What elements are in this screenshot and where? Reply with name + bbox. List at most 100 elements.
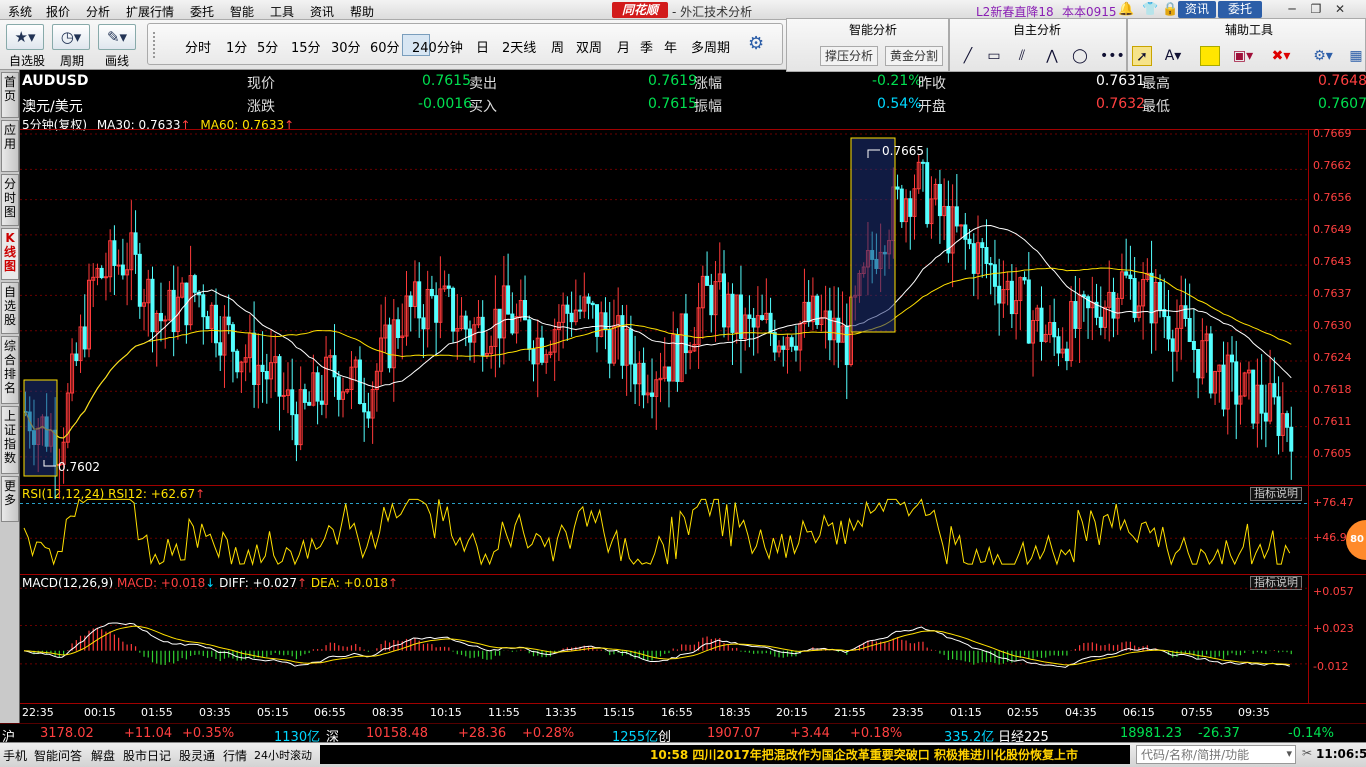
sz-index[interactable]: 10158.48 <box>366 726 428 741</box>
candle-body <box>959 224 964 227</box>
diff-line <box>23 622 1290 668</box>
chart-canvas[interactable] <box>0 0 1366 767</box>
candle-body <box>510 313 515 334</box>
candle-body <box>362 403 367 413</box>
candle-body <box>290 389 295 416</box>
candle-body <box>628 328 633 365</box>
candle-body <box>116 264 121 267</box>
rj-change: -26.37 <box>1198 726 1240 741</box>
candle-body <box>992 264 997 287</box>
candle-body <box>815 295 820 326</box>
candle-body <box>971 243 976 274</box>
candle-body <box>451 287 456 332</box>
candle-body <box>302 389 307 403</box>
candle-body <box>1259 384 1264 414</box>
candle-body <box>1158 282 1163 311</box>
candle-body <box>82 326 87 350</box>
candle-body <box>793 345 798 351</box>
bottom-item-qa[interactable]: 智能问答 <box>34 747 82 764</box>
candle-body <box>307 401 312 406</box>
candle-body <box>192 275 197 293</box>
candle-body <box>1230 354 1234 363</box>
candle-body <box>565 304 570 314</box>
index-status-bar: 沪 3178.02 +11.04 +0.35% 1130亿 深 10158.48… <box>0 723 1366 745</box>
bottom-item-mobile[interactable]: 手机 <box>3 747 27 764</box>
candle-body <box>1026 279 1031 344</box>
candle-body <box>171 289 176 333</box>
candle-body <box>1196 348 1201 379</box>
candle-body <box>675 334 680 382</box>
candle-body <box>895 186 900 190</box>
candle-body <box>789 337 794 347</box>
news-headline[interactable]: 10:58 四川2017年把混改作为国企改革重要突破口 积极推进川化股份恢复上市 <box>650 746 1078 763</box>
candle-body <box>205 316 210 330</box>
candle-body <box>319 400 324 405</box>
candle-body <box>768 312 773 334</box>
search-dropdown-icon[interactable]: ▾ <box>1286 747 1292 760</box>
candle-body <box>1263 412 1268 422</box>
rj-pct: -0.14% <box>1288 726 1334 741</box>
candle-body <box>751 317 756 328</box>
bottom-item-analysis[interactable]: 解盘 <box>91 747 115 764</box>
bottom-item-24h[interactable]: 24小时滚动 <box>254 747 312 763</box>
link-icon[interactable]: ✂ <box>1302 746 1312 760</box>
candle-body <box>633 363 638 385</box>
sh-index[interactable]: 3178.02 <box>40 726 94 741</box>
bottom-item-lingtong[interactable]: 股灵通 <box>179 747 215 764</box>
candle-body <box>730 293 735 333</box>
rj-index[interactable]: 18981.23 <box>1120 726 1182 741</box>
bottom-item-diary[interactable]: 股市日记 <box>123 747 171 764</box>
candle-body <box>1111 291 1116 319</box>
candle-body <box>1132 278 1137 318</box>
search-box[interactable]: ▾ <box>1136 745 1296 764</box>
candle-body <box>112 240 117 266</box>
sh-pct: +0.35% <box>182 726 235 741</box>
candle-body <box>230 324 235 352</box>
candle-body <box>277 356 282 397</box>
candle-body <box>984 247 989 264</box>
candle-body <box>666 366 671 382</box>
ma60-line <box>25 267 1292 439</box>
candle-body <box>163 319 168 322</box>
candle-body <box>150 278 155 333</box>
candle-body <box>226 316 231 326</box>
candle-body <box>772 332 777 353</box>
candle-body <box>590 302 595 306</box>
candle-body <box>74 353 79 362</box>
candle-body <box>781 345 786 350</box>
news-ticker[interactable]: 10:58 四川2017年把混改作为国企改革重要突破口 积极推进川化股份恢复上市 <box>320 745 1130 764</box>
candle-body <box>332 355 337 378</box>
candle-body <box>1289 426 1294 452</box>
high-highlight-box <box>850 137 896 333</box>
candle-body <box>1234 361 1239 405</box>
candle-body <box>408 295 413 307</box>
search-input[interactable] <box>1137 746 1275 763</box>
candle-body <box>569 312 574 323</box>
candle-body <box>1272 383 1277 398</box>
candle-body <box>235 350 240 373</box>
candle-body <box>1221 364 1226 410</box>
candle-body <box>1191 340 1196 350</box>
candle-body <box>683 313 688 354</box>
candle-body <box>1056 336 1061 354</box>
candle-body <box>133 232 138 255</box>
candle-body <box>1039 307 1044 342</box>
marker-high-label: 0.7665 <box>882 144 924 158</box>
candle-body <box>1124 271 1129 276</box>
candle-body <box>527 319 532 350</box>
sz-pct: +0.28% <box>522 726 575 741</box>
candle-body <box>417 281 422 319</box>
candle-body <box>137 253 142 307</box>
clock: 11:06:54 <box>1316 747 1366 761</box>
candle-body <box>844 325 849 366</box>
candle-body <box>99 267 104 279</box>
bottom-item-market[interactable]: 行情 <box>223 747 247 764</box>
candle-body <box>806 301 811 323</box>
candle-body <box>1098 316 1103 328</box>
marker-low-label: 0.7602 <box>58 460 100 474</box>
candle-body <box>1009 280 1014 315</box>
rsi-line <box>23 498 1291 567</box>
cy-index[interactable]: 1907.07 <box>707 726 761 741</box>
candle-body <box>264 370 269 380</box>
candle-body <box>760 315 765 320</box>
